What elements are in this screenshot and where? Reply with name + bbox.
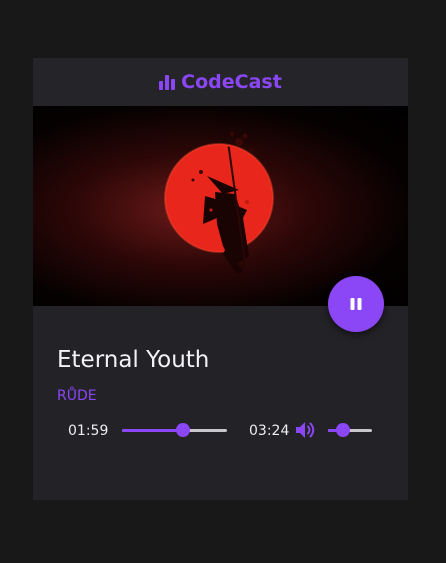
volume-slider[interactable] <box>328 422 372 438</box>
progress-fill <box>122 429 183 432</box>
brand-name: CodeCast <box>181 70 282 93</box>
volume-high-icon[interactable] <box>295 420 317 440</box>
total-time: 03:24 <box>249 423 290 439</box>
music-player-card: CodeCast Eternal Youth RŮDE 01:59 03:24 <box>33 58 408 500</box>
track-title: Eternal Youth <box>57 347 210 373</box>
brand-logo: CodeCast <box>159 70 282 93</box>
volume-thumb[interactable] <box>336 423 351 437</box>
progress-thumb[interactable] <box>175 423 190 437</box>
pause-button[interactable] <box>328 276 384 332</box>
brand-header: CodeCast <box>33 58 408 106</box>
current-time: 01:59 <box>68 423 109 439</box>
progress-slider[interactable] <box>122 422 227 438</box>
pause-icon <box>350 298 362 310</box>
bar-chart-icon <box>159 74 176 90</box>
track-artist[interactable]: RŮDE <box>57 388 97 405</box>
